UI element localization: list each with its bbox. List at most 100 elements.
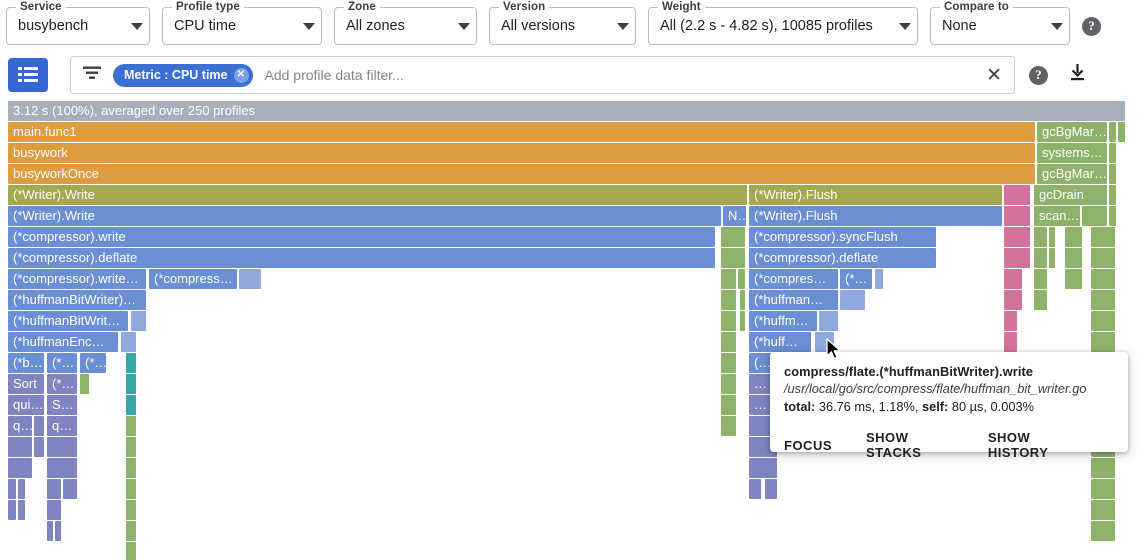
flame-frame[interactable]: gcBgMar… <box>1037 164 1107 184</box>
flame-frame-unlabeled[interactable] <box>1109 164 1116 184</box>
flame-frame-unlabeled[interactable] <box>1004 227 1030 247</box>
flame-frame-unlabeled[interactable] <box>1091 248 1115 268</box>
flame-frame-unlabeled[interactable] <box>721 311 736 331</box>
flame-frame-unlabeled[interactable] <box>126 353 136 373</box>
flame-frame-unlabeled[interactable] <box>721 416 736 436</box>
clear-icon[interactable]: ✕ <box>986 66 1002 85</box>
flame-frame[interactable]: (*compress… <box>149 269 237 289</box>
flame-frame-unlabeled[interactable] <box>1034 290 1047 310</box>
show-history-button[interactable]: SHOW HISTORY <box>988 430 1080 460</box>
flame-frame-unlabeled[interactable] <box>1091 479 1115 499</box>
flame-frame-unlabeled[interactable] <box>34 416 44 436</box>
flame-frame[interactable]: gcDrain <box>1034 185 1107 205</box>
flame-frame[interactable]: (*Writer).Write <box>8 206 721 226</box>
flame-frame-unlabeled[interactable] <box>1091 500 1115 520</box>
flame-frame-unlabeled[interactable] <box>1091 269 1115 289</box>
flame-frame-unlabeled[interactable] <box>721 269 736 289</box>
flame-frame[interactable]: (*huffmanBitWriter)… <box>8 290 146 310</box>
help-icon[interactable]: ? <box>1029 65 1048 85</box>
profile-type-select[interactable]: Profile type CPU time <box>162 1 322 45</box>
flame-frame-unlabeled[interactable] <box>55 521 61 541</box>
flame-frame[interactable]: (*compressor).write <box>8 227 715 247</box>
flame-graph-header[interactable]: 3.12 s (100%), averaged over 250 profile… <box>8 101 1125 121</box>
flame-frame-unlabeled[interactable] <box>126 542 136 560</box>
chip-remove-icon[interactable]: ✕ <box>233 67 249 83</box>
flame-frame-unlabeled[interactable] <box>1034 269 1047 289</box>
flame-frame-unlabeled[interactable] <box>121 332 136 352</box>
flame-frame-unlabeled[interactable] <box>34 437 44 457</box>
chevron-down-icon[interactable] <box>458 22 470 30</box>
flame-frame[interactable]: (*… <box>47 374 77 394</box>
flame-frame-unlabeled[interactable] <box>1004 290 1022 310</box>
filter-input-placeholder[interactable]: Add profile data filter... <box>265 67 987 83</box>
flame-frame-unlabeled[interactable] <box>1091 290 1115 310</box>
flame-frame-unlabeled[interactable] <box>126 395 136 415</box>
metric-filter-chip[interactable]: Metric : CPU time ✕ <box>113 63 253 87</box>
flame-frame-unlabeled[interactable] <box>1091 227 1115 247</box>
flame-frame-unlabeled[interactable] <box>765 479 777 499</box>
flame-frame-unlabeled[interactable] <box>63 479 77 499</box>
flame-frame-unlabeled[interactable] <box>1004 332 1017 352</box>
flame-frame-unlabeled[interactable] <box>1034 227 1047 247</box>
version-select[interactable]: Version All versions <box>489 1 636 45</box>
flame-frame[interactable]: gcBgMar… <box>1037 122 1107 142</box>
flame-frame-unlabeled[interactable] <box>721 227 745 247</box>
flame-frame[interactable]: qui… <box>8 395 44 415</box>
flame-frame[interactable]: (*compressor).deflate <box>8 248 715 268</box>
flame-frame-unlabeled[interactable] <box>239 269 261 289</box>
flame-frame-unlabeled[interactable] <box>1082 206 1107 226</box>
flame-frame-unlabeled[interactable] <box>47 521 53 541</box>
flame-frame-unlabeled[interactable] <box>721 374 736 394</box>
chevron-down-icon[interactable] <box>899 22 911 30</box>
flame-frame-unlabeled[interactable] <box>1109 206 1116 226</box>
flame-frame[interactable]: q… <box>8 416 32 436</box>
flame-frame[interactable]: (*Writer).Write <box>8 185 747 205</box>
flame-frame[interactable]: (*huffm… <box>749 311 817 331</box>
flame-frame-unlabeled[interactable] <box>721 290 736 310</box>
flame-frame-unlabeled[interactable] <box>721 332 736 352</box>
flame-frame-unlabeled[interactable] <box>1049 227 1055 247</box>
flame-frame[interactable]: (*… <box>47 353 77 373</box>
flame-frame-unlabeled[interactable] <box>1004 185 1030 205</box>
flame-frame-unlabeled[interactable] <box>1065 269 1082 289</box>
flame-frame-unlabeled[interactable] <box>1109 185 1116 205</box>
flame-frame[interactable]: systems… <box>1037 143 1107 163</box>
filter-input-container[interactable]: Metric : CPU time ✕ Add profile data fil… <box>70 56 1015 94</box>
flame-frame-unlabeled[interactable] <box>47 458 77 478</box>
list-view-icon[interactable] <box>8 58 48 92</box>
flame-frame-unlabeled[interactable] <box>8 500 16 520</box>
flame-frame[interactable]: S… <box>47 395 77 415</box>
flame-graph[interactable]: 3.12 s (100%), averaged over 250 profile… <box>0 100 1143 560</box>
show-stacks-button[interactable]: SHOW STACKS <box>866 430 954 460</box>
flame-frame-unlabeled[interactable] <box>1034 248 1047 268</box>
flame-frame-unlabeled[interactable] <box>738 269 745 289</box>
chevron-down-icon[interactable] <box>303 22 315 30</box>
help-icon[interactable]: ? <box>1082 16 1101 36</box>
flame-frame[interactable]: (*huff… <box>749 332 811 352</box>
download-icon[interactable] <box>1068 63 1087 87</box>
flame-frame-unlabeled[interactable] <box>126 437 136 457</box>
flame-frame[interactable]: (*huffman… <box>749 290 838 310</box>
weight-select[interactable]: Weight All (2.2 s - 4.82 s), 10085 profi… <box>648 1 918 45</box>
flame-frame-unlabeled[interactable] <box>126 500 136 520</box>
flame-frame-unlabeled[interactable] <box>131 311 146 331</box>
flame-frame-unlabeled[interactable] <box>875 269 883 289</box>
flame-frame[interactable]: (*compressor).write… <box>8 269 146 289</box>
flame-frame-unlabeled[interactable] <box>8 479 16 499</box>
flame-frame-unlabeled[interactable] <box>47 500 61 520</box>
flame-frame-unlabeled[interactable] <box>1118 122 1125 142</box>
flame-frame-unlabeled[interactable] <box>819 311 838 331</box>
flame-frame-unlabeled[interactable] <box>1091 311 1115 331</box>
flame-frame-unlabeled[interactable] <box>1091 521 1115 541</box>
filter-funnel-icon[interactable] <box>83 65 101 86</box>
flame-frame-unlabeled[interactable] <box>1091 458 1115 478</box>
flame-frame-unlabeled[interactable] <box>126 416 136 436</box>
flame-frame-unlabeled[interactable] <box>18 500 25 520</box>
flame-frame-unlabeled[interactable] <box>1065 227 1082 247</box>
compare-to-select[interactable]: Compare to None <box>930 1 1070 45</box>
flame-frame[interactable]: q… <box>47 416 77 436</box>
flame-frame-unlabeled[interactable] <box>126 521 136 541</box>
flame-frame[interactable]: (*compressor).syncFlush <box>749 227 936 247</box>
flame-frame-unlabeled[interactable] <box>18 479 25 499</box>
chevron-down-icon[interactable] <box>1051 22 1063 30</box>
